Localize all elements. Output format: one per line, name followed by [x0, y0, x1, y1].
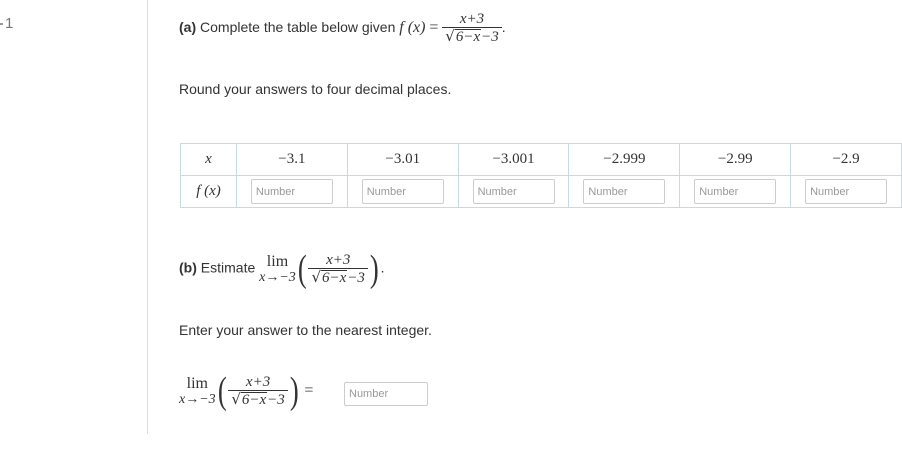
answer-left-paren: (: [217, 370, 227, 412]
f-input-1[interactable]: [250, 179, 333, 204]
answer-lim-word: lim: [186, 374, 208, 392]
x-value-4: −2.999: [568, 143, 681, 176]
f-input-3[interactable]: [472, 179, 555, 204]
answer-denominator-tail: −3: [267, 391, 285, 408]
sqrt-icon: √: [445, 27, 455, 45]
x-value-6: −2.9: [790, 143, 902, 176]
f-cell-4: [568, 175, 681, 208]
limit-fraction: x+3 √ 6−x −3: [308, 251, 368, 287]
answer-radicand: 6−x: [240, 391, 268, 408]
radicand: 6−x: [454, 29, 482, 45]
part-a-prompt: (a) Complete the table below given f (x)…: [179, 11, 506, 46]
answer-limit: lim x→−3: [179, 374, 216, 407]
part-a-label: (a): [179, 19, 197, 36]
answer-lim-subscript: x→−3: [179, 391, 216, 407]
limit-radicand: 6−x: [321, 269, 348, 286]
part-b-label: (b): [179, 259, 197, 276]
answer-equals: =: [304, 382, 314, 399]
period: .: [501, 19, 506, 36]
question-number-text: 1: [5, 15, 14, 32]
answer-fraction: x+3 √ 6−x −3: [228, 373, 288, 409]
f-cell-3: [457, 175, 570, 208]
question-marker: [0, 23, 3, 26]
sqrt-icon: √: [231, 389, 241, 408]
values-table: x −3.1 −3.01 −3.001 −2.999 −2.99 −2.9 f …: [180, 143, 902, 208]
table-row-f: f (x): [180, 175, 902, 208]
lim-word: lim: [266, 252, 289, 270]
part-b-prompt: (b) Estimate lim x→−3 ( x+3 √ 6−x −3 ).: [179, 250, 384, 288]
period-b: .: [380, 259, 385, 276]
answer-denominator: √ 6−x −3: [228, 389, 288, 409]
limit-denominator: √ 6−x −3: [308, 267, 368, 287]
limit-numerator: x+3: [326, 251, 351, 268]
f-input-2[interactable]: [361, 179, 444, 204]
x-value-3: −3.001: [457, 143, 570, 176]
left-paren: (: [297, 248, 307, 290]
limit-expression: lim x→−3: [259, 252, 296, 285]
part-a-text: Complete the table below given: [200, 19, 396, 36]
f-cell-2: [346, 175, 459, 208]
fraction-numerator: x+3: [459, 11, 485, 27]
f-input-4[interactable]: [583, 179, 666, 204]
function-fraction: x+3 √ 6−x −3: [442, 11, 502, 46]
sqrt-icon: √: [311, 267, 322, 286]
f-input-5[interactable]: [694, 179, 777, 204]
question-number: 1: [0, 15, 13, 32]
x-value-2: −3.01: [346, 143, 459, 176]
answer-expression: lim x→−3 ( x+3 √ 6−x −3 ) =: [179, 372, 313, 410]
answer-right-paren: ): [289, 370, 299, 412]
limit-answer-input[interactable]: [344, 382, 428, 406]
x-value-1: −3.1: [236, 143, 348, 176]
denominator-tail: −3: [481, 29, 499, 45]
function-name: f (x): [399, 19, 426, 37]
right-paren: ): [369, 248, 379, 290]
lim-subscript: x→−3: [259, 269, 296, 285]
part-b-text: Estimate: [200, 259, 256, 276]
f-cell-6: [790, 175, 902, 208]
round-note: Round your answers to four decimal place…: [179, 81, 452, 97]
x-header: x: [180, 143, 237, 176]
equals-sign: =: [429, 19, 439, 37]
x-value-5: −2.99: [679, 143, 792, 176]
f-cell-5: [679, 175, 792, 208]
table-row-x: x −3.1 −3.01 −3.001 −2.999 −2.99 −2.9: [180, 143, 902, 176]
limit-denominator-tail: −3: [347, 269, 365, 286]
nearest-note: Enter your answer to the nearest integer…: [179, 322, 432, 338]
f-input-6[interactable]: [805, 179, 888, 204]
f-cell-1: [236, 175, 348, 208]
fraction-denominator: √ 6−x −3: [442, 27, 502, 46]
f-header: f (x): [180, 175, 237, 208]
answer-numerator: x+3: [245, 373, 271, 390]
divider: [147, 0, 148, 434]
